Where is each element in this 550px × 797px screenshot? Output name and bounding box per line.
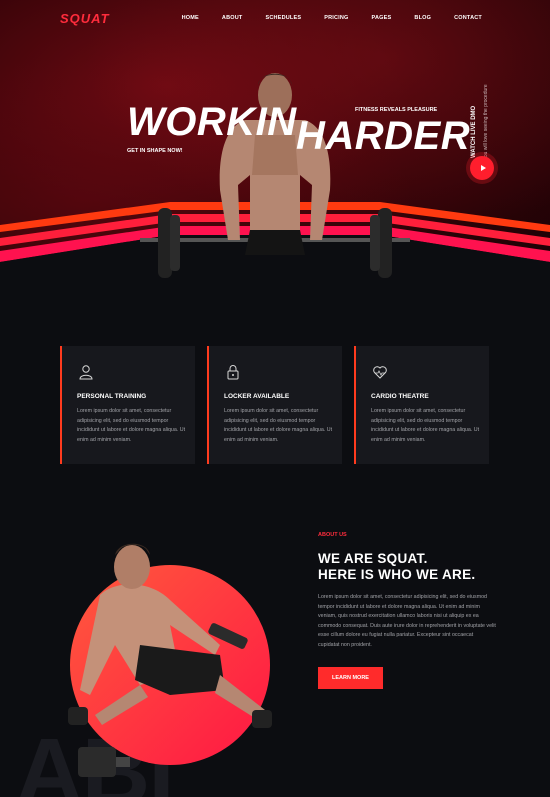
brand-logo[interactable]: SQUAT xyxy=(60,11,110,26)
nav-pages[interactable]: PAGES xyxy=(372,15,392,21)
nav-pricing[interactable]: PRICING xyxy=(324,15,348,21)
learn-more-button[interactable]: LEARN MORE xyxy=(318,667,383,689)
feature-description: Lorem ipsum dolor sit amet, consectetur … xyxy=(371,408,480,443)
about-athlete-image xyxy=(68,543,272,777)
features-section: PERSONAL TRAINING Lorem ipsum dolor sit … xyxy=(60,346,490,464)
hero-athlete-image xyxy=(140,73,410,278)
play-video-button[interactable] xyxy=(470,156,494,180)
feature-card-cardio: CARDIO THEATRE Lorem ipsum dolor sit ame… xyxy=(354,346,489,464)
main-nav: HOME ABOUT SCHEDULES PRICING PAGES BLOG … xyxy=(182,15,482,21)
heart-pulse-icon xyxy=(373,366,387,379)
nav-home[interactable]: HOME xyxy=(182,15,199,21)
feature-title: CARDIO THEATRE xyxy=(371,393,429,400)
user-icon xyxy=(79,365,93,380)
nav-schedules[interactable]: SCHEDULES xyxy=(265,15,301,21)
nav-contact[interactable]: CONTACT xyxy=(454,15,482,21)
about-title: WE ARE SQUAT. HERE IS WHO WE ARE. xyxy=(318,551,475,583)
hero-headline-left: WORKIN xyxy=(127,100,297,144)
play-icon xyxy=(480,165,486,171)
feature-description: Lorem ipsum dolor sit amet, consectetur … xyxy=(224,408,333,443)
hero-tagline-right: FITNESS REVEALS PLEASURE xyxy=(355,107,438,113)
nav-about[interactable]: ABOUT xyxy=(222,15,243,21)
watch-demo-title: WATCH LIVE DMO xyxy=(471,105,477,158)
hero-headline-right: HARDER xyxy=(296,114,471,158)
about-text: Lorem ipsum dolor sit amet, consectetur … xyxy=(318,594,496,648)
feature-card-locker: LOCKER AVAILABLE Lorem ipsum dolor sit a… xyxy=(207,346,342,464)
watch-demo: WATCH LIVE DMO You will love seeing the … xyxy=(463,78,493,160)
hero-tagline-left: GET IN SHAPE NOW! xyxy=(127,148,183,154)
about-label: ABOUT US xyxy=(318,532,347,538)
feature-title: LOCKER AVAILABLE xyxy=(224,393,290,400)
feature-title: PERSONAL TRAINING xyxy=(77,393,147,400)
hero-section: SQUAT HOME ABOUT SCHEDULES PRICING PAGES… xyxy=(0,0,550,285)
about-title-line1: WE ARE SQUAT. xyxy=(318,551,428,566)
watch-demo-subtitle: You will love seeing the procedure xyxy=(483,84,489,160)
about-title-line2: HERE IS WHO WE ARE. xyxy=(318,567,476,582)
nav-blog[interactable]: BLOG xyxy=(414,15,431,21)
feature-card-personal-training: PERSONAL TRAINING Lorem ipsum dolor sit … xyxy=(60,346,195,464)
lock-icon xyxy=(227,365,239,380)
feature-description: Lorem ipsum dolor sit amet, consectetur … xyxy=(77,408,186,443)
